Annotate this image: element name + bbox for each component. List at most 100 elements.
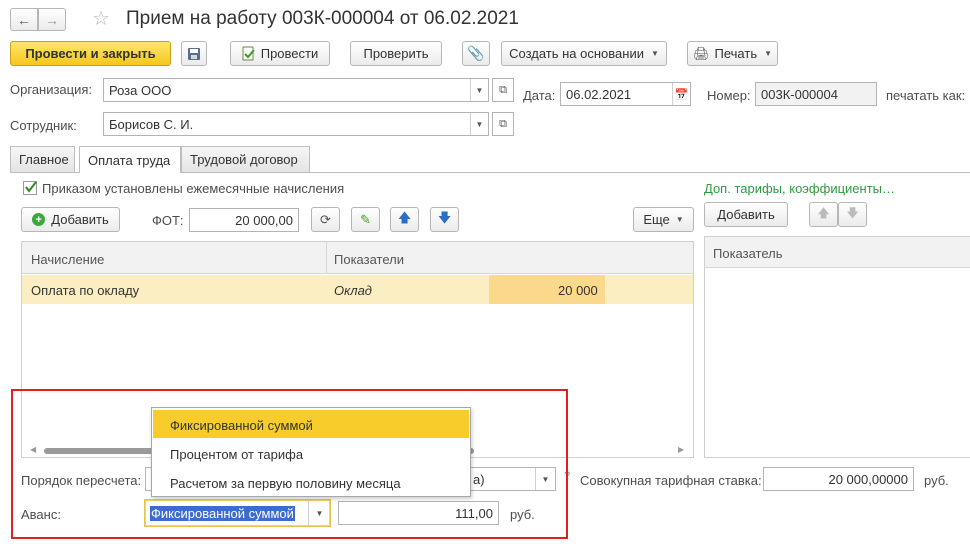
total-rate-unit: руб. <box>924 473 949 488</box>
total-rate-field[interactable]: 20 000,00000 <box>763 467 914 491</box>
recalc-value-tail: а) <box>473 472 485 487</box>
advance-method-dropdown: Фиксированной суммой Процентом от тарифа… <box>151 407 471 497</box>
arrow-left-icon: ← <box>17 11 31 28</box>
page-title: Прием на работу 003К-000004 от 06.02.202… <box>126 8 519 29</box>
tab-pay[interactable]: Оплата труда <box>79 146 181 173</box>
advance-unit: руб. <box>510 507 535 522</box>
floppy-icon <box>188 47 200 60</box>
advance-method-value[interactable]: Фиксированной суммой <box>150 505 295 521</box>
monthly-accruals-checkbox[interactable] <box>23 181 37 195</box>
refresh-icon: ⟳ <box>320 211 331 227</box>
arrow-up-icon: 🡅 <box>397 209 412 225</box>
table-row[interactable]: Оплата по окладу Оклад 20 000 <box>22 275 693 304</box>
advance-amount-value: 111,00 <box>455 505 493 521</box>
col-indicators-header[interactable]: Показатели <box>334 252 404 267</box>
indicators-table: Показатель <box>704 236 970 458</box>
help-question-mark[interactable]: ? <box>564 470 570 482</box>
chevron-down-icon: ▼ <box>675 215 684 224</box>
dropdown-option-label: Фиксированной суммой <box>170 418 313 433</box>
open-organization-button[interactable]: ⧉ <box>492 78 514 102</box>
add-accrual-button[interactable]: + Добавить <box>21 207 120 232</box>
organization-field[interactable]: Роза ООО ▼ <box>103 78 489 102</box>
date-value: 06.02.2021 <box>566 86 632 102</box>
print-button[interactable]: 🖨 Печать ▼ <box>687 41 778 66</box>
row-accrual: Оплата по окладу <box>31 283 140 298</box>
dropdown-option-label: Процентом от тарифа <box>170 447 304 462</box>
chevron-down-icon: ▼ <box>764 49 773 58</box>
chevron-down-icon[interactable]: ▼ <box>535 468 555 490</box>
open-icon: ⧉ <box>499 83 507 96</box>
post-button-label: Провести <box>260 46 319 61</box>
recalc-label: Порядок пересчета: <box>21 473 142 488</box>
paperclip-icon: 📎 <box>467 45 485 61</box>
chevron-down-icon[interactable]: ▼ <box>308 500 330 526</box>
plus-icon: + <box>32 213 46 226</box>
employee-field[interactable]: Борисов С. И. ▼ <box>103 112 489 136</box>
dropdown-option-percent[interactable]: Процентом от тарифа <box>153 439 469 467</box>
chevron-down-icon: ▼ <box>650 49 659 58</box>
organization-value: Роза ООО <box>109 82 172 98</box>
scroll-left-icon[interactable]: ◀ <box>30 445 36 454</box>
tab-labor-contract[interactable]: Трудовой договор <box>181 146 310 172</box>
row-value: 20 000 <box>558 283 598 298</box>
arrow-down-icon: 🡇 <box>846 206 859 220</box>
total-rate-value: 20 000,00000 <box>828 471 908 487</box>
date-field[interactable]: 06.02.2021 📅 <box>560 82 691 106</box>
attach-button[interactable]: 📎 <box>462 41 490 66</box>
col-divider <box>326 242 327 274</box>
number-field[interactable]: 003К-000004 <box>755 82 877 106</box>
refresh-button[interactable]: ⟳ <box>311 207 340 232</box>
print-label: Печать <box>714 46 758 61</box>
arrow-right-icon: → <box>45 11 59 28</box>
checkmark-icon <box>25 181 37 193</box>
edit-button[interactable]: ✎ <box>351 207 380 232</box>
organization-label: Организация: <box>10 82 93 97</box>
open-icon: ⧉ <box>499 117 507 130</box>
scroll-right-icon[interactable]: ▶ <box>678 445 684 454</box>
move-up-button[interactable]: 🡅 <box>390 207 419 232</box>
dropdown-option-half-month[interactable]: Расчетом за первую половину месяца <box>153 468 469 496</box>
calendar-icon[interactable]: 📅 <box>672 83 690 105</box>
back-button[interactable]: ← <box>10 8 38 31</box>
more-button[interactable]: Еще ▼ <box>633 207 694 232</box>
forward-button[interactable]: → <box>38 8 66 31</box>
add-accrual-label: Добавить <box>51 212 109 227</box>
number-label: Номер: <box>707 88 751 103</box>
move-down-button[interactable]: 🡇 <box>430 207 459 232</box>
create-based-on-label: Создать на основании <box>509 46 644 61</box>
indicators-table-header: Показатель <box>705 237 970 268</box>
tab-main[interactable]: Главное <box>10 146 75 172</box>
employee-value: Борисов С. И. <box>109 116 194 132</box>
col-accrual-header[interactable]: Начисление <box>31 252 104 267</box>
favorite-star-icon[interactable]: ☆ <box>92 6 110 31</box>
save-button[interactable] <box>181 41 207 66</box>
printer-icon: 🖨 <box>692 45 710 61</box>
chevron-down-icon[interactable]: ▼ <box>470 79 488 101</box>
monthly-accruals-label: Приказом установлены ежемесячные начисле… <box>42 181 345 196</box>
total-rate-label: Совокупная тарифная ставка: <box>580 473 762 488</box>
accruals-table-header: Начисление Показатели <box>22 242 693 274</box>
right-move-down-button[interactable]: 🡇 <box>838 202 867 227</box>
print-as-label: печатать как: <box>886 88 966 103</box>
row-indicator: Оклад <box>334 283 372 298</box>
chevron-down-icon[interactable]: ▼ <box>470 113 488 135</box>
fot-field[interactable]: 20 000,00 <box>189 208 299 232</box>
advance-amount-field[interactable]: 111,00 <box>338 501 499 525</box>
pencil-icon: ✎ <box>360 211 371 227</box>
post-button[interactable]: Провести <box>230 41 330 66</box>
right-add-button[interactable]: Добавить <box>704 202 788 227</box>
col-indicator-header[interactable]: Показатель <box>713 246 783 261</box>
create-based-on-button[interactable]: Создать на основании ▼ <box>501 41 667 66</box>
post-and-close-button[interactable]: Провести и закрыть <box>10 41 171 66</box>
right-move-up-button[interactable]: 🡅 <box>809 202 838 227</box>
post-document-icon <box>242 46 255 61</box>
fot-label: ФОТ: <box>152 213 184 228</box>
check-button[interactable]: Проверить <box>350 41 442 66</box>
open-employee-button[interactable]: ⧉ <box>492 112 514 136</box>
more-label: Еще <box>643 212 670 227</box>
extra-tariffs-link[interactable]: Доп. тарифы, коэффициенты… <box>704 181 895 196</box>
advance-method-field[interactable]: Фиксированной суммой ▼ <box>144 499 331 527</box>
dropdown-option-label: Расчетом за первую половину месяца <box>170 476 401 491</box>
arrow-down-icon: 🡇 <box>437 209 452 225</box>
dropdown-option-fixed[interactable]: Фиксированной суммой <box>153 410 469 438</box>
